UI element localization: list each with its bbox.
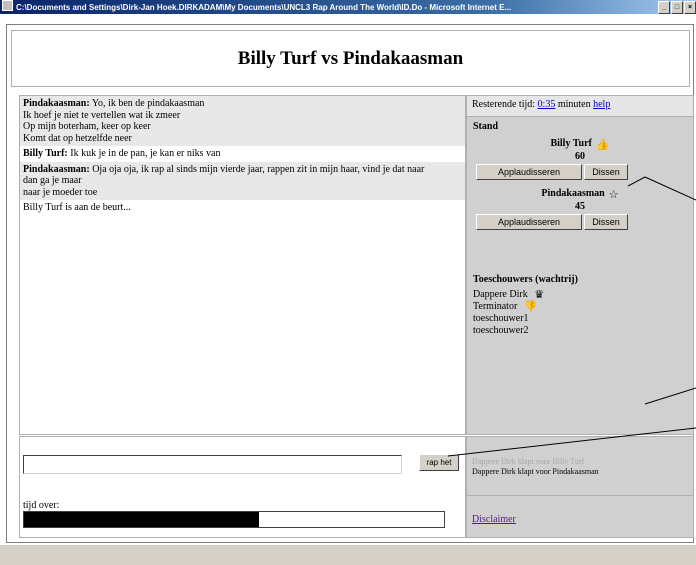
callout-line (447, 427, 696, 457)
callout-line (644, 176, 696, 201)
callout-line (644, 387, 696, 405)
callout-lines (447, 176, 696, 457)
callout-line (627, 176, 646, 187)
